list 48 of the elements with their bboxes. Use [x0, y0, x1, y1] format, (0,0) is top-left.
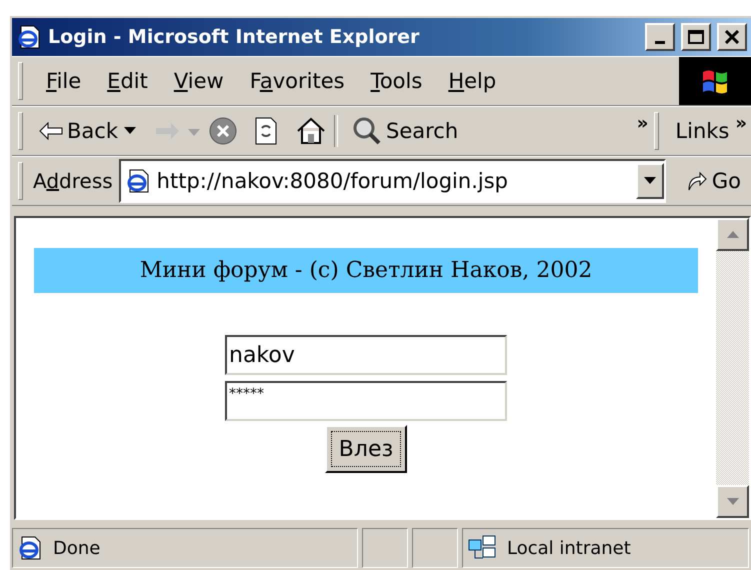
dropdown-button[interactable]: [636, 163, 664, 199]
more-chevron[interactable]: »: [735, 113, 747, 134]
address-field[interactable]: http://nakov:8080/forum/login.jsp: [118, 159, 666, 203]
up-arrow-icon: [726, 230, 738, 238]
scroll-up-button[interactable]: [716, 218, 749, 251]
status-text: Done: [53, 538, 100, 558]
scroll-down-button[interactable]: [716, 485, 749, 518]
caret-icon: [644, 177, 656, 185]
caret-icon: [188, 128, 200, 136]
down-arrow-icon: [726, 498, 738, 506]
search-button[interactable]: Search: [346, 116, 464, 146]
more-chevron[interactable]: »: [636, 113, 648, 134]
menu-item[interactable]: Help: [435, 69, 510, 93]
curved-arrow-icon: [686, 170, 708, 192]
minimize-icon: [655, 40, 665, 44]
browser-logo-icon: [124, 168, 151, 194]
status-pane: [362, 528, 408, 568]
home-icon[interactable]: [296, 117, 326, 145]
browser-logo-icon: [16, 24, 42, 50]
password-field[interactable]: *****: [225, 381, 507, 421]
menu-item[interactable]: Tools: [358, 69, 436, 93]
flag-icon: [701, 68, 729, 94]
stop-icon[interactable]: [208, 116, 238, 146]
left-arrow-icon: [39, 122, 63, 140]
window-title: Login - Microsoft Internet Explorer: [48, 26, 420, 48]
browser-logo-icon: [17, 535, 43, 561]
go-button[interactable]: Go: [666, 169, 751, 193]
status-pane: [412, 528, 458, 568]
zone-text: Local intranet: [507, 538, 631, 558]
page-banner: Мини форум - (c) Светлин Наков, 2002: [34, 248, 698, 293]
menu-item[interactable]: Edit: [94, 69, 161, 93]
links-button[interactable]: Links: [669, 119, 736, 143]
login-button[interactable]: Влез: [324, 425, 408, 473]
menu-item[interactable]: Favorites: [236, 69, 358, 93]
menu-item[interactable]: File: [33, 69, 94, 93]
minimize-button[interactable]: [645, 23, 675, 51]
menu-item[interactable]: View: [160, 69, 237, 93]
vertical-scrollbar[interactable]: [716, 218, 749, 518]
maximize-icon: [688, 30, 704, 44]
close-icon: [725, 30, 739, 44]
username-field[interactable]: nakov: [225, 335, 507, 375]
close-button[interactable]: [717, 23, 747, 51]
address-label: Address: [33, 169, 113, 193]
refresh-icon[interactable]: [254, 116, 278, 146]
maximize-button[interactable]: [681, 23, 711, 51]
caret-icon: [124, 127, 136, 135]
search-icon: [352, 116, 382, 146]
back-button[interactable]: Back: [33, 119, 124, 143]
